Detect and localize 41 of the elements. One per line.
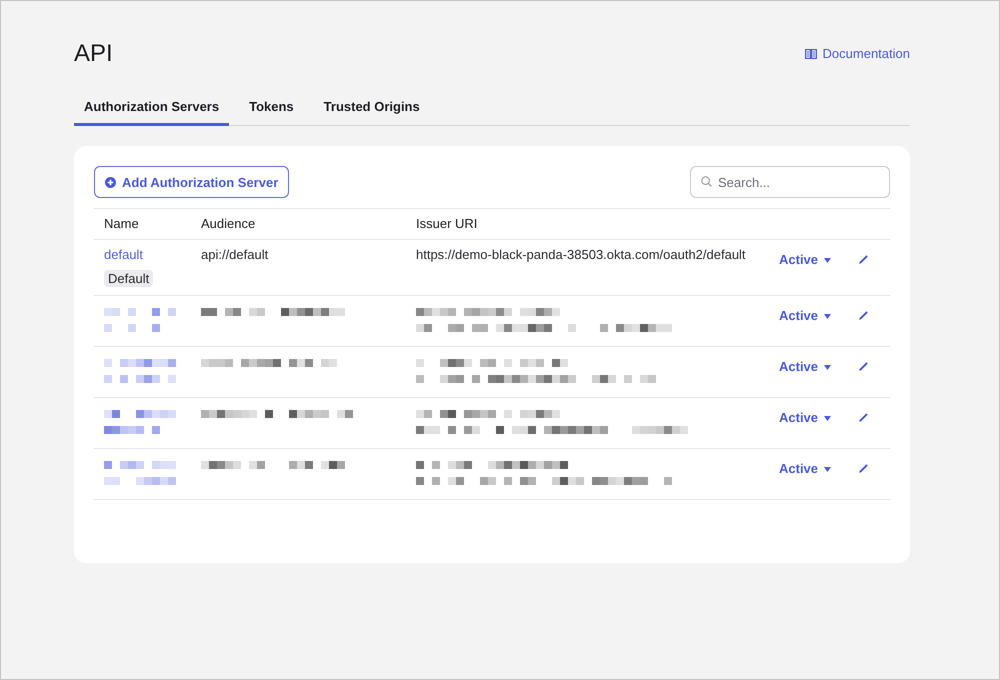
status-dropdown[interactable]: Active <box>779 409 832 427</box>
pencil-icon <box>858 463 869 474</box>
column-header: Audience <box>201 216 256 231</box>
edit-button[interactable] <box>858 463 869 474</box>
status-dropdown[interactable]: Active <box>779 460 832 478</box>
edit-button[interactable] <box>858 361 869 372</box>
book-icon <box>804 49 817 59</box>
pixelated-text <box>104 410 176 434</box>
server-name-link[interactable]: default <box>104 246 144 264</box>
plus-circle-icon <box>105 176 116 188</box>
caret-icon <box>824 314 832 318</box>
tab[interactable]: Authorization Servers <box>74 88 230 126</box>
caret-icon <box>824 416 832 420</box>
documentation-link[interactable]: Documentation <box>804 45 910 63</box>
status-dropdown[interactable]: Active <box>779 251 832 269</box>
edit-button[interactable] <box>858 310 869 321</box>
add-server-button[interactable]: Add Authorization Server <box>94 166 290 198</box>
edit-button[interactable] <box>858 412 869 423</box>
search-field[interactable]: Search... <box>690 166 890 198</box>
pencil-icon <box>858 254 869 265</box>
pencil-icon <box>858 310 869 321</box>
pixelated-text <box>104 359 176 383</box>
status-dropdown[interactable]: Active <box>779 358 832 376</box>
caret-icon <box>824 364 832 370</box>
search-icon <box>701 176 712 187</box>
pixelated-text <box>104 461 176 485</box>
tab[interactable]: Tokens <box>239 88 304 126</box>
column-header: Name <box>104 216 139 231</box>
pencil-icon <box>858 361 869 372</box>
tab[interactable]: Trusted Origins <box>314 88 430 126</box>
caret-icon <box>824 258 832 262</box>
default-badge: Default <box>104 270 154 287</box>
edit-button[interactable] <box>858 254 869 265</box>
pixelated-text <box>104 308 176 332</box>
caret-icon <box>824 466 832 472</box>
audience-text: api://default <box>201 246 268 264</box>
status-dropdown[interactable]: Active <box>779 307 832 325</box>
column-header: Issuer URI <box>416 216 478 231</box>
pencil-icon <box>858 412 869 423</box>
page-title: API <box>74 39 113 69</box>
issuer-uri-text: https://demo-black-panda-38503.okta.com/oauth2/default <box>416 246 746 264</box>
